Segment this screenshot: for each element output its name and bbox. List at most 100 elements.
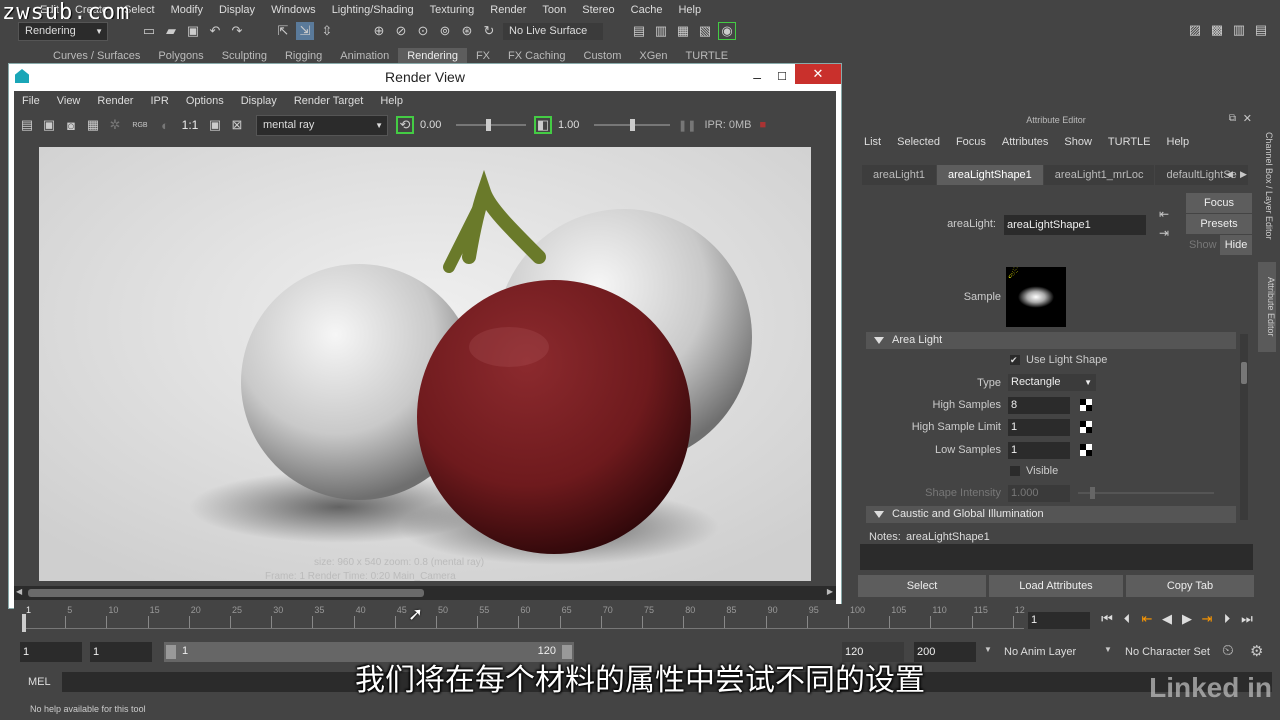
menu-help[interactable]: Help	[670, 4, 709, 16]
hide-button[interactable]: Hide	[1220, 235, 1252, 255]
new-scene-icon[interactable]: ▭	[140, 22, 158, 40]
high-samples-field[interactable]: 8	[1008, 397, 1070, 414]
visible-checkbox[interactable]	[1010, 466, 1020, 476]
map-button-icon[interactable]	[1080, 421, 1092, 433]
open-scene-icon[interactable]: ▰	[162, 22, 180, 40]
menu-stereo[interactable]: Stereo	[574, 4, 622, 16]
live-surface-icon[interactable]: ↻	[480, 22, 498, 40]
select-by-component-icon[interactable]: ⇳	[318, 22, 336, 40]
save-scene-icon[interactable]: ▣	[184, 22, 202, 40]
render-sequence-icon[interactable]: ▥	[652, 22, 670, 40]
node-name-field[interactable]: areaLightShape1	[1004, 215, 1146, 235]
menu-lighting-shading[interactable]: Lighting/Shading	[324, 4, 422, 16]
refresh-ipr-icon[interactable]: ✲	[106, 116, 124, 134]
live-surface-field[interactable]: No Live Surface	[502, 21, 604, 41]
menu-modify[interactable]: Modify	[163, 4, 211, 16]
ae-menu-attributes[interactable]: Attributes	[1002, 136, 1048, 148]
output-connections-icon[interactable]: ⇥	[1159, 226, 1169, 240]
menuset-dropdown[interactable]: Rendering ▼	[18, 21, 108, 41]
chevron-down-icon[interactable]: ▼	[1104, 645, 1112, 654]
step-forward-key-icon[interactable]: ⇥	[1197, 611, 1217, 627]
exposure-slider[interactable]	[456, 119, 526, 131]
render-view-hscrollbar[interactable]: ◀ ▶	[14, 586, 836, 600]
use-light-shape-checkbox[interactable]: ✔	[1010, 355, 1020, 365]
chevron-down-icon[interactable]: ▼	[984, 645, 992, 654]
shape-intensity-field[interactable]: 1.000	[1008, 485, 1070, 502]
channel-box-icon[interactable]: ▤	[1252, 21, 1270, 39]
menu-display[interactable]: Display	[211, 4, 263, 16]
ae-menu-show[interactable]: Show	[1064, 136, 1092, 148]
rv-menu-file[interactable]: File	[14, 95, 49, 107]
snap-grid-icon[interactable]: ⊕	[370, 22, 388, 40]
close-panel-icon[interactable]: ✕	[1243, 112, 1252, 125]
hypershade-icon[interactable]: ◉	[718, 22, 736, 40]
type-dropdown[interactable]: Rectangle ▼	[1008, 374, 1096, 391]
rendered-image[interactable]: size: 960 x 540 zoom: 0.8 (mental ray) F…	[39, 147, 811, 581]
ae-menu-turtle[interactable]: TURTLE	[1108, 136, 1151, 148]
rv-menu-ipr[interactable]: IPR	[142, 95, 177, 107]
gamma-slider[interactable]	[594, 119, 670, 131]
copy-tab-button[interactable]: Copy Tab	[1126, 575, 1254, 597]
map-button-icon[interactable]	[1080, 399, 1092, 411]
presets-button[interactable]: Presets	[1186, 214, 1252, 234]
rv-menu-view[interactable]: View	[49, 95, 90, 107]
time-slider[interactable]: 1 5 10 15 20 25 30 35 40 45 50 55 60 65 70 75 80 85 90 95 10…	[14, 604, 1025, 632]
step-back-frame-icon[interactable]: ⏴	[1117, 611, 1137, 627]
select-by-hierarchy-icon[interactable]: ⇱	[274, 22, 292, 40]
rv-menu-display[interactable]: Display	[233, 95, 286, 107]
close-icon[interactable]: ✕	[795, 64, 841, 84]
renderer-dropdown[interactable]: mental ray ▼	[256, 114, 388, 136]
snapshot-icon[interactable]: ◙	[62, 116, 80, 134]
tab-scroll-right-icon[interactable]: ▶	[1240, 169, 1247, 180]
show-button[interactable]: Show	[1189, 239, 1217, 251]
ae-vscroll-thumb[interactable]	[1241, 362, 1247, 384]
rv-menu-options[interactable]: Options	[178, 95, 233, 107]
load-attributes-button[interactable]: Load Attributes	[989, 575, 1123, 597]
ae-menu-help[interactable]: Help	[1167, 136, 1190, 148]
section-area-light[interactable]: Area Light	[866, 332, 1236, 349]
render-view-titlebar[interactable]: Render View – ☐ ✕	[9, 64, 841, 90]
tab-defaultlightset[interactable]: defaultLightSe	[1155, 165, 1248, 185]
select-by-object-icon[interactable]: ⇲	[296, 22, 314, 40]
rv-menu-render-target[interactable]: Render Target	[286, 95, 373, 107]
menu-render[interactable]: Render	[482, 4, 534, 16]
ipr-icon[interactable]: ▦	[84, 116, 102, 134]
tab-attribute-editor[interactable]: Attribute Editor	[1258, 262, 1276, 352]
tab-scroll-left-icon[interactable]: ◀	[1226, 169, 1233, 180]
high-sample-limit-field[interactable]: 1	[1008, 419, 1070, 436]
menu-toon[interactable]: Toon	[534, 4, 574, 16]
keep-image-icon[interactable]: ▣	[206, 116, 224, 134]
go-to-end-icon[interactable]: ⏭	[1237, 611, 1257, 627]
tab-arealight1[interactable]: areaLight1	[862, 165, 936, 185]
rv-menu-help[interactable]: Help	[372, 95, 412, 107]
redo-icon[interactable]: ↷	[228, 22, 246, 40]
rgb-channel-icon[interactable]: RGB	[128, 116, 152, 134]
pause-ipr-icon[interactable]: ❚❚	[678, 119, 696, 132]
undo-icon[interactable]: ↶	[206, 22, 224, 40]
stop-ipr-icon[interactable]: ■	[760, 119, 767, 131]
modeling-toolkit-icon[interactable]: ▨	[1186, 21, 1204, 39]
menu-cache[interactable]: Cache	[623, 4, 671, 16]
float-panel-icon[interactable]: ⧉	[1229, 113, 1236, 124]
select-button[interactable]: Select	[858, 575, 986, 597]
low-samples-field[interactable]: 1	[1008, 442, 1070, 459]
gamma-value[interactable]: 1.00	[558, 119, 594, 131]
render-region-icon[interactable]: ▣	[40, 116, 58, 134]
render-settings-icon[interactable]: ▧	[696, 22, 714, 40]
ae-menu-selected[interactable]: Selected	[897, 136, 940, 148]
scroll-right-icon[interactable]: ▶	[827, 587, 833, 596]
step-back-key-icon[interactable]: ⇤	[1137, 611, 1157, 627]
alpha-channel-icon[interactable]: ◐	[156, 116, 174, 134]
ae-menu-focus[interactable]: Focus	[956, 136, 986, 148]
tab-arealight1-mrloc[interactable]: areaLight1_mrLoc	[1043, 165, 1155, 185]
redo-previous-render-icon[interactable]: ▤	[18, 116, 36, 134]
exposure-reset-icon[interactable]: ⟲	[396, 116, 414, 134]
minimize-icon[interactable]: –	[753, 64, 761, 90]
tab-channel-box-layer-editor[interactable]: Channel Box / Layer Editor	[1258, 118, 1274, 254]
focus-button[interactable]: Focus	[1186, 193, 1252, 213]
snap-curve-icon[interactable]: ⊘	[392, 22, 410, 40]
scroll-left-icon[interactable]: ◀	[16, 587, 22, 596]
render-current-frame-icon[interactable]: ▤	[630, 22, 648, 40]
snap-surface-icon[interactable]: ⊛	[458, 22, 476, 40]
current-frame-field[interactable]: 1	[1028, 612, 1090, 629]
